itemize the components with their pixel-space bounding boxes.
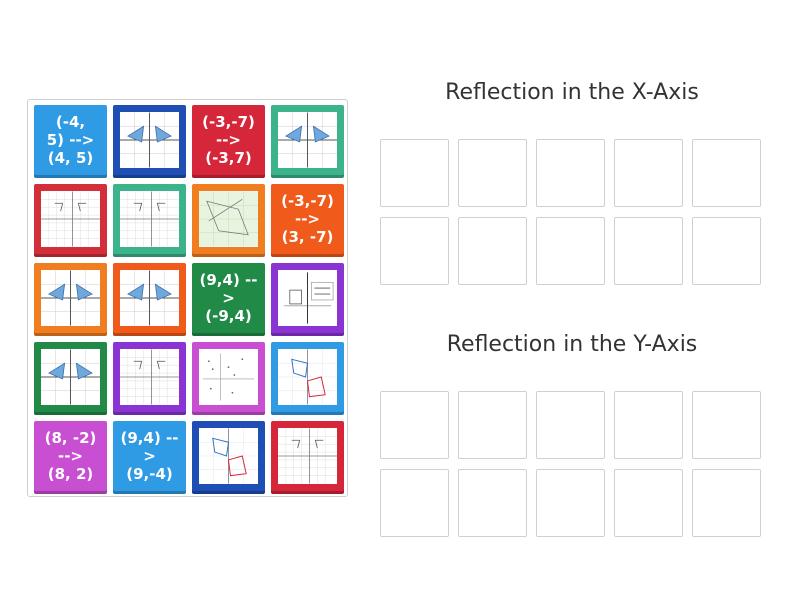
drop-slot[interactable] [458, 139, 527, 207]
drop-slot[interactable] [692, 391, 761, 459]
card-tray: (-4, 5) --> (4, 5) (-3,-7) --> (-3,7) (-3,… [27, 99, 348, 497]
drop-slot[interactable] [458, 391, 527, 459]
drop-row [380, 469, 761, 537]
polygon-graph-image [199, 191, 258, 247]
drop-slot[interactable] [614, 469, 683, 537]
card-image-tile[interactable] [192, 421, 265, 494]
triangle-graph-image [41, 270, 100, 326]
card-text-tile[interactable]: (9,4) --> (-9,4) [192, 263, 265, 336]
drop-slot[interactable] [614, 217, 683, 285]
drop-slot[interactable] [380, 139, 449, 207]
drop-zone-y-axis [380, 391, 761, 547]
card-image-tile[interactable] [113, 105, 186, 178]
drop-row [380, 217, 761, 285]
heading-reflection-y-axis: Reflection in the Y-Axis [446, 332, 698, 357]
triangle-graph-image [120, 270, 179, 326]
card-text-tile[interactable]: (8, -2) --> (8, 2) [34, 421, 107, 494]
drop-zone-x-axis [380, 139, 761, 295]
card-image-tile[interactable] [271, 421, 344, 494]
card-text-tile[interactable]: (-3,-7) --> (-3,7) [192, 105, 265, 178]
card-text-tile[interactable]: (9,4) --> (9,-4) [113, 421, 186, 494]
drop-slot[interactable] [536, 217, 605, 285]
drop-slot[interactable] [692, 139, 761, 207]
card-image-tile[interactable] [113, 184, 186, 257]
drop-slot[interactable] [692, 217, 761, 285]
drop-slot[interactable] [380, 391, 449, 459]
card-image-tile[interactable] [192, 184, 265, 257]
quadrilateral-graph-image [278, 349, 337, 405]
card-image-tile[interactable] [113, 263, 186, 336]
grid-graph-image [278, 428, 337, 484]
line-of-reflection-image [278, 270, 337, 326]
drop-slot[interactable] [458, 217, 527, 285]
quadrilateral-graph-image [199, 428, 258, 484]
triangle-graph-image [120, 112, 179, 168]
triangle-graph-image [41, 349, 100, 405]
drop-slot[interactable] [614, 391, 683, 459]
card-text-tile[interactable]: (-4, 5) --> (4, 5) [34, 105, 107, 178]
card-image-tile[interactable] [113, 342, 186, 415]
drop-row [380, 391, 761, 459]
drop-slot[interactable] [380, 217, 449, 285]
drop-slot[interactable] [380, 469, 449, 537]
drop-slot[interactable] [536, 391, 605, 459]
drop-slot[interactable] [536, 469, 605, 537]
card-text-tile[interactable]: (-3,-7) --> (3, -7) [271, 184, 344, 257]
drop-slot[interactable] [458, 469, 527, 537]
dots-graph-image [199, 349, 258, 405]
card-image-tile[interactable] [34, 184, 107, 257]
grid-graph-image [41, 191, 100, 247]
drop-slot[interactable] [692, 469, 761, 537]
card-image-tile[interactable] [34, 263, 107, 336]
grid-graph-image [120, 191, 179, 247]
drop-slot[interactable] [614, 139, 683, 207]
card-image-tile[interactable] [271, 342, 344, 415]
heading-reflection-x-axis: Reflection in the X-Axis [445, 80, 699, 105]
card-image-tile[interactable] [192, 342, 265, 415]
drop-row [380, 139, 761, 207]
card-image-tile[interactable] [271, 263, 344, 336]
card-grid: (-4, 5) --> (4, 5) (-3,-7) --> (-3,7) (-3,… [34, 105, 344, 494]
grid-graph-image [120, 349, 179, 405]
card-image-tile[interactable] [34, 342, 107, 415]
triangle-graph-image [278, 112, 337, 168]
drop-slot[interactable] [536, 139, 605, 207]
card-image-tile[interactable] [271, 105, 344, 178]
